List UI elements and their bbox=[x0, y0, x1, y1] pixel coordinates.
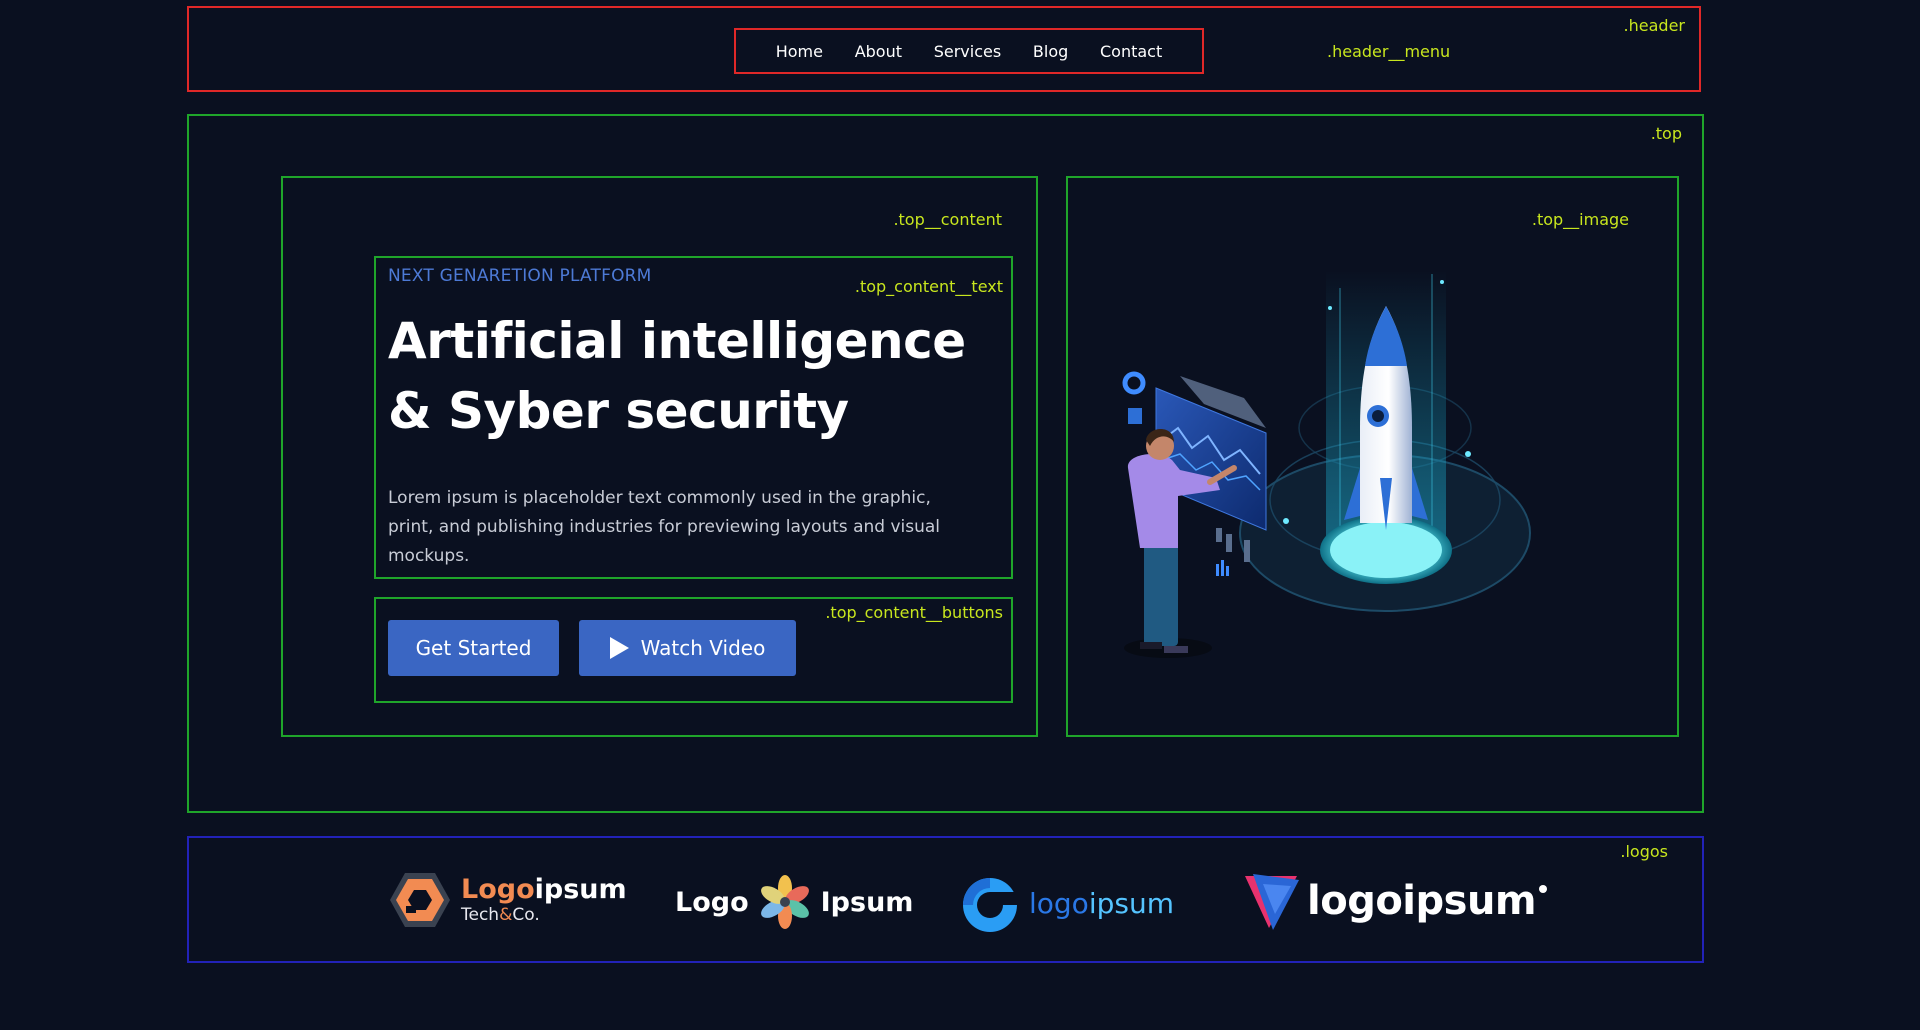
logo3-a: logo bbox=[1029, 886, 1089, 920]
nav-about[interactable]: About bbox=[855, 42, 902, 61]
rocket-illustration bbox=[1122, 270, 1531, 658]
watch-video-label: Watch Video bbox=[640, 636, 766, 660]
get-started-button[interactable]: Get Started bbox=[388, 620, 559, 676]
logo4-text: logoipsum bbox=[1307, 878, 1537, 924]
top-content-text-debug-label: .top_content__text bbox=[854, 277, 1003, 296]
logo2-left: Logo bbox=[675, 886, 749, 918]
logo4-dot bbox=[1539, 885, 1548, 893]
hero-headline-line1: Artificial intelligence bbox=[388, 312, 966, 370]
logo-circle: logoipsum bbox=[959, 872, 1174, 934]
logo1-brand-b: ipsum bbox=[534, 874, 627, 905]
top-content-debug-label: .top__content bbox=[893, 210, 1002, 229]
logo3-b: ipsum bbox=[1088, 886, 1174, 920]
header-menu-debug-label: .header__menu bbox=[1327, 42, 1451, 61]
logo-triangle: logoipsum bbox=[1239, 870, 1548, 932]
play-icon bbox=[609, 637, 629, 659]
logos-debug-label: .logos bbox=[1620, 842, 1668, 861]
logo1-sub-a: Tech bbox=[461, 905, 500, 925]
logos-section: .logos Logoipsum Tech&Co. Logo Ipsum log… bbox=[187, 836, 1704, 963]
top-section: .top .top__content .top_content__text NE… bbox=[187, 114, 1704, 813]
top-content-buttons: .top_content__buttons Get Started Watch … bbox=[374, 597, 1013, 703]
hexagon-logo-icon bbox=[390, 873, 450, 927]
watch-video-button[interactable]: Watch Video bbox=[579, 620, 796, 676]
top-content: .top__content .top_content__text NEXT GE… bbox=[281, 176, 1038, 737]
nav-blog[interactable]: Blog bbox=[1033, 42, 1068, 61]
header-debug-label: .header bbox=[1623, 16, 1685, 35]
circle-logo-icon bbox=[963, 878, 1018, 932]
hero-eyebrow: NEXT GENARETION PLATFORM bbox=[388, 266, 652, 286]
get-started-label: Get Started bbox=[415, 636, 532, 660]
logo1-sub-amp: & bbox=[499, 905, 513, 925]
logo2-right: Ipsum bbox=[820, 886, 914, 918]
nav-services[interactable]: Services bbox=[934, 42, 1001, 61]
hero-description: Lorem ipsum is placeholder text commonly… bbox=[388, 488, 941, 566]
top-content-text: .top_content__text NEXT GENARETION PLATF… bbox=[374, 256, 1013, 579]
top-image: .top__image bbox=[1066, 176, 1679, 737]
triangle-logo-icon bbox=[1245, 874, 1299, 930]
logo1-brand-a: Logo bbox=[461, 874, 535, 905]
flower-logo-icon bbox=[760, 875, 809, 929]
header: .header Home About Services Blog Contact… bbox=[187, 6, 1701, 92]
hero-headline-line2: & Syber security bbox=[388, 382, 849, 440]
top-content-buttons-debug-label: .top_content__buttons bbox=[825, 603, 1003, 622]
header-menu: Home About Services Blog Contact bbox=[734, 28, 1204, 74]
nav-home[interactable]: Home bbox=[776, 42, 823, 61]
logo-flower: Logo Ipsum bbox=[675, 872, 913, 932]
hero-headline: Artificial intelligence & Syber security bbox=[388, 306, 1008, 446]
logo1-sub-b: Co. bbox=[512, 905, 540, 925]
nav-contact[interactable]: Contact bbox=[1100, 42, 1162, 61]
top-debug-label: .top bbox=[1650, 124, 1682, 143]
logo-techco: Logoipsum Tech&Co. bbox=[387, 870, 627, 930]
